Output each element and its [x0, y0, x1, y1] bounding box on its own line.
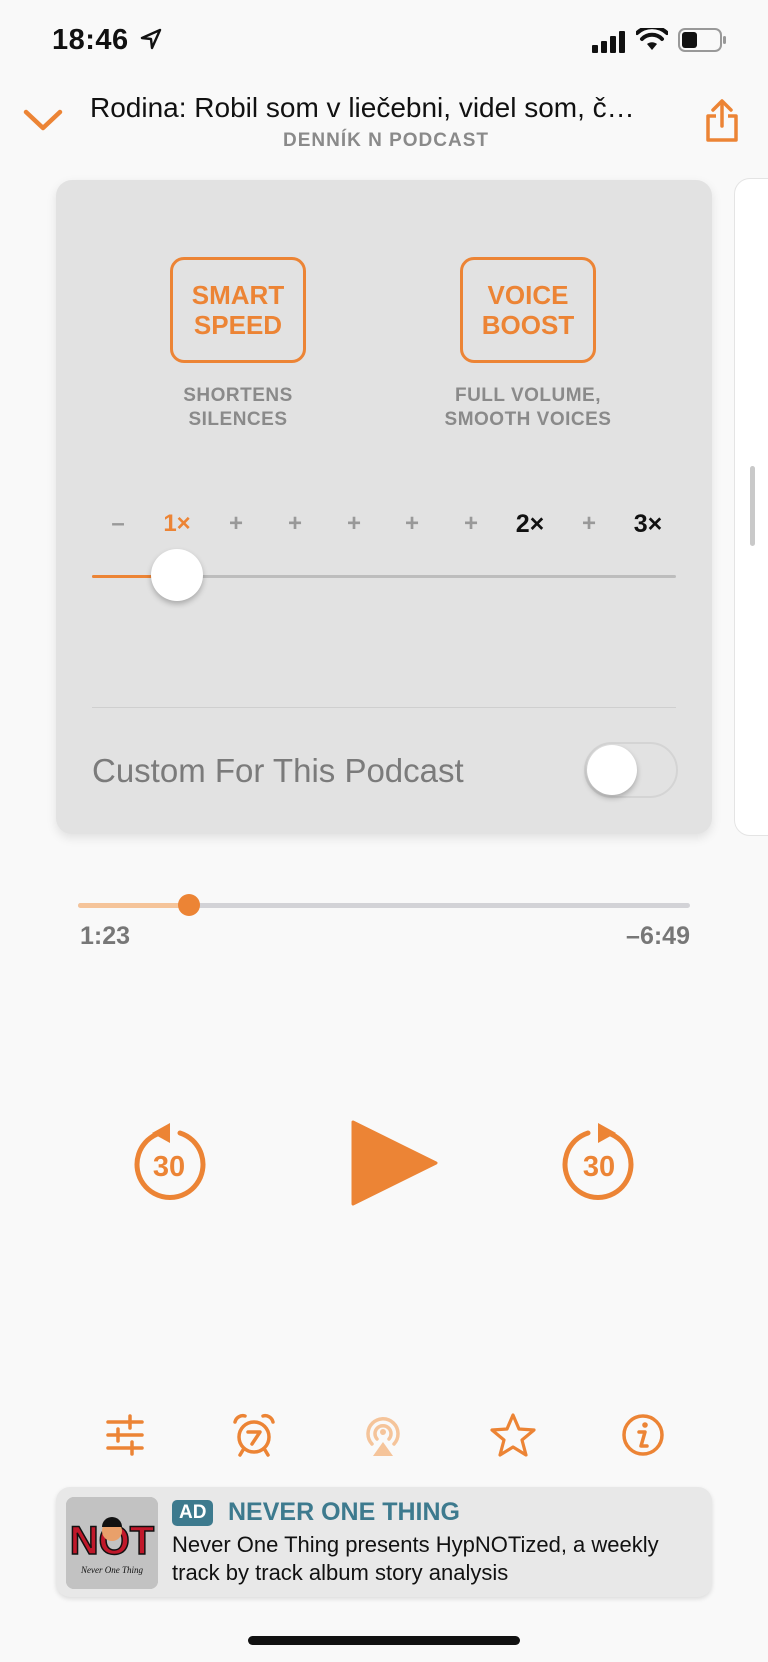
skip-back-button[interactable]: 30: [128, 1123, 210, 1205]
speed-tick-3x[interactable]: 3×: [628, 510, 668, 539]
speed-slider-handle[interactable]: [151, 549, 203, 601]
podcast-name[interactable]: DENNÍK N PODCAST: [90, 130, 682, 152]
episode-title: Rodina: Robil som v liečebni, videl som,…: [90, 92, 635, 123]
skip-back-seconds: 30: [153, 1151, 185, 1183]
progress-fill: [78, 903, 190, 908]
location-arrow-icon: [140, 28, 162, 50]
speed-tick[interactable]: +: [334, 510, 374, 538]
chevron-down-icon[interactable]: [22, 106, 64, 134]
speed-tick-2x[interactable]: 2×: [510, 510, 550, 539]
ad-title[interactable]: NEVER ONE THING: [228, 1498, 460, 1527]
speed-tick[interactable]: +: [451, 510, 491, 538]
battery-icon: [678, 28, 726, 52]
speed-tick[interactable]: +: [569, 510, 609, 538]
speed-decrease[interactable]: –: [98, 510, 138, 538]
speed-tick[interactable]: +: [216, 510, 256, 538]
sleep-timer-icon[interactable]: [231, 1412, 277, 1458]
wifi-icon: [636, 28, 668, 50]
ad-badge: AD: [172, 1500, 214, 1526]
ad-artwork[interactable]: NOT Never One Thing: [66, 1497, 158, 1589]
side-scrollbar: [750, 466, 755, 546]
play-icon[interactable]: [350, 1120, 440, 1206]
voice-boost-line1: VOICE: [487, 280, 569, 310]
ad-description[interactable]: Never One Thing presents HypNOTized, a w…: [172, 1531, 702, 1587]
signal-icon: [592, 31, 625, 53]
panel-divider: [92, 707, 676, 708]
effects-icon[interactable]: [102, 1412, 148, 1458]
skip-back-icon: 30: [134, 1123, 206, 1200]
skip-forward-button[interactable]: 30: [558, 1123, 640, 1205]
progress-handle[interactable]: [178, 894, 200, 916]
speed-tick-1x[interactable]: 1×: [157, 510, 197, 538]
voice-boost-desc-line2: SMOOTH VOICES: [444, 409, 612, 430]
home-indicator[interactable]: [248, 1636, 520, 1645]
smart-speed-desc-line2: SILENCES: [188, 409, 288, 430]
speed-tick[interactable]: +: [275, 510, 315, 538]
skip-forward-icon: 30: [562, 1123, 634, 1200]
skip-forward-seconds: 30: [583, 1151, 615, 1183]
custom-podcast-label: Custom For This Podcast: [92, 752, 464, 789]
speed-tick[interactable]: +: [392, 510, 432, 538]
ad-art-caption: Never One Thing: [80, 1565, 143, 1575]
smart-speed-line1: SMART: [191, 280, 285, 310]
share-icon[interactable]: [704, 98, 740, 144]
status-time: 18:46: [52, 24, 129, 56]
toggle-knob[interactable]: [587, 745, 637, 795]
voice-boost-button[interactable]: VOICE BOOST: [460, 257, 596, 363]
smart-speed-description: SHORTENS SILENCES: [138, 384, 338, 432]
ad-logo-image: NOT Never One Thing: [66, 1497, 158, 1589]
elapsed-time: 1:23: [80, 922, 131, 950]
voice-boost-line2: BOOST: [481, 310, 575, 340]
smart-speed-button[interactable]: SMART SPEED: [170, 257, 306, 363]
smart-speed-desc-line1: SHORTENS: [183, 385, 293, 406]
star-icon[interactable]: [490, 1412, 536, 1458]
remaining-time: –6:49: [626, 922, 690, 950]
airplay-icon[interactable]: [360, 1412, 406, 1458]
voice-boost-desc-line1: FULL VOLUME,: [454, 385, 602, 406]
info-icon[interactable]: [620, 1412, 666, 1458]
voice-boost-description: FULL VOLUME, SMOOTH VOICES: [418, 384, 638, 432]
effects-panel: [56, 180, 712, 834]
smart-speed-line2: SPEED: [193, 310, 283, 340]
